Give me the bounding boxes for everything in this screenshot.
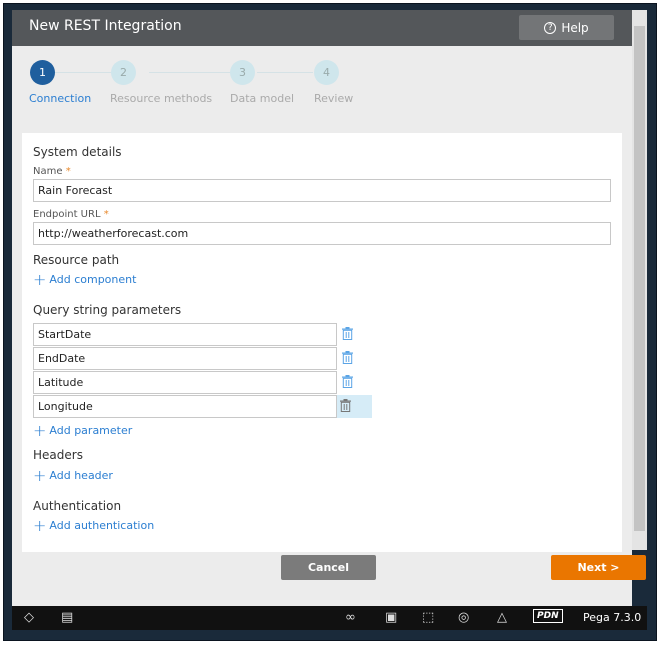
plus-icon: + [33,515,47,535]
integration-dialog: New REST Integration ? Help 1 2 3 4 Conne… [12,10,646,606]
add-header-link[interactable]: + Add header [33,465,113,485]
dialog-header: New REST Integration ? Help [12,10,632,46]
add-authentication-link[interactable]: + Add authentication [33,515,154,535]
step-connector [149,72,231,73]
step-number: 3 [230,60,255,85]
pin-icon[interactable]: ◇ [24,610,34,625]
cursor-select-icon[interactable]: ⬚ [422,610,434,625]
dialog-title: New REST Integration [29,18,182,34]
step-3[interactable]: 3 [230,60,255,85]
status-bar: ◇ ▤ ∞ ▣ ⬚ ◎ △ PDN Pega 7.3.0 [12,606,647,630]
scrollbar[interactable] [632,10,647,550]
name-label: Name * [33,166,71,177]
cancel-button[interactable]: Cancel [281,555,376,580]
trash-icon [341,349,353,368]
wizard-steps: 1 2 3 4 Connection Resource methods Data… [12,56,632,136]
clipboard-icon[interactable]: ▣ [385,610,397,625]
question-circle-icon: ? [544,21,557,34]
delete-param-button[interactable] [337,371,357,394]
delete-param-button[interactable] [337,347,357,370]
query-param-field[interactable]: EndDate [33,347,337,370]
section-query-params: Query string parameters [33,303,182,317]
help-label: Help [561,20,589,35]
step-2[interactable]: 2 [111,60,136,85]
step-label[interactable]: Resource methods [110,92,212,105]
trash-icon [341,325,353,344]
scrollbar-thumb[interactable] [634,26,645,531]
section-system-details: System details [33,145,122,159]
delete-param-button[interactable] [337,323,357,346]
help-button[interactable]: ? Help [519,15,614,40]
endpoint-label: Endpoint URL * [33,209,109,220]
trash-icon [341,373,353,392]
query-param-field[interactable]: StartDate [33,323,337,346]
step-4[interactable]: 4 [314,60,339,85]
trash-icon [340,397,351,416]
endpoint-url-field[interactable]: http://weatherforecast.com [33,222,611,245]
plus-icon: + [33,420,47,440]
add-parameter-link[interactable]: + Add parameter [33,420,132,440]
query-param-field[interactable]: Latitude [33,371,337,394]
step-number: 4 [314,60,339,85]
step-number: 2 [111,60,136,85]
gauge-icon[interactable]: ◎ [458,610,469,625]
step-number: 1 [30,60,55,85]
plus-icon: + [33,465,47,485]
section-authentication: Authentication [33,499,122,513]
plus-icon: + [33,269,47,289]
version-label: Pega 7.3.0 [583,611,642,624]
pdn-logo[interactable]: PDN [533,609,563,623]
next-button[interactable]: Next > [551,555,646,580]
step-label[interactable]: Connection [29,92,91,105]
step-label[interactable]: Data model [230,92,294,105]
form-panel: System details Name * Rain Forecast Endp… [22,133,622,552]
delete-param-button[interactable] [337,395,372,418]
step-label[interactable]: Review [314,92,353,105]
step-connector [257,72,313,73]
add-component-link[interactable]: + Add component [33,269,136,289]
section-headers: Headers [33,448,83,462]
network-icon[interactable]: ∞ [345,610,356,625]
query-param-field[interactable]: Longitude [33,395,337,418]
name-field[interactable]: Rain Forecast [33,179,611,202]
bell-icon[interactable]: △ [497,610,507,625]
step-1[interactable]: 1 [30,60,55,85]
section-resource-path: Resource path [33,253,120,267]
list-icon[interactable]: ▤ [61,610,73,625]
